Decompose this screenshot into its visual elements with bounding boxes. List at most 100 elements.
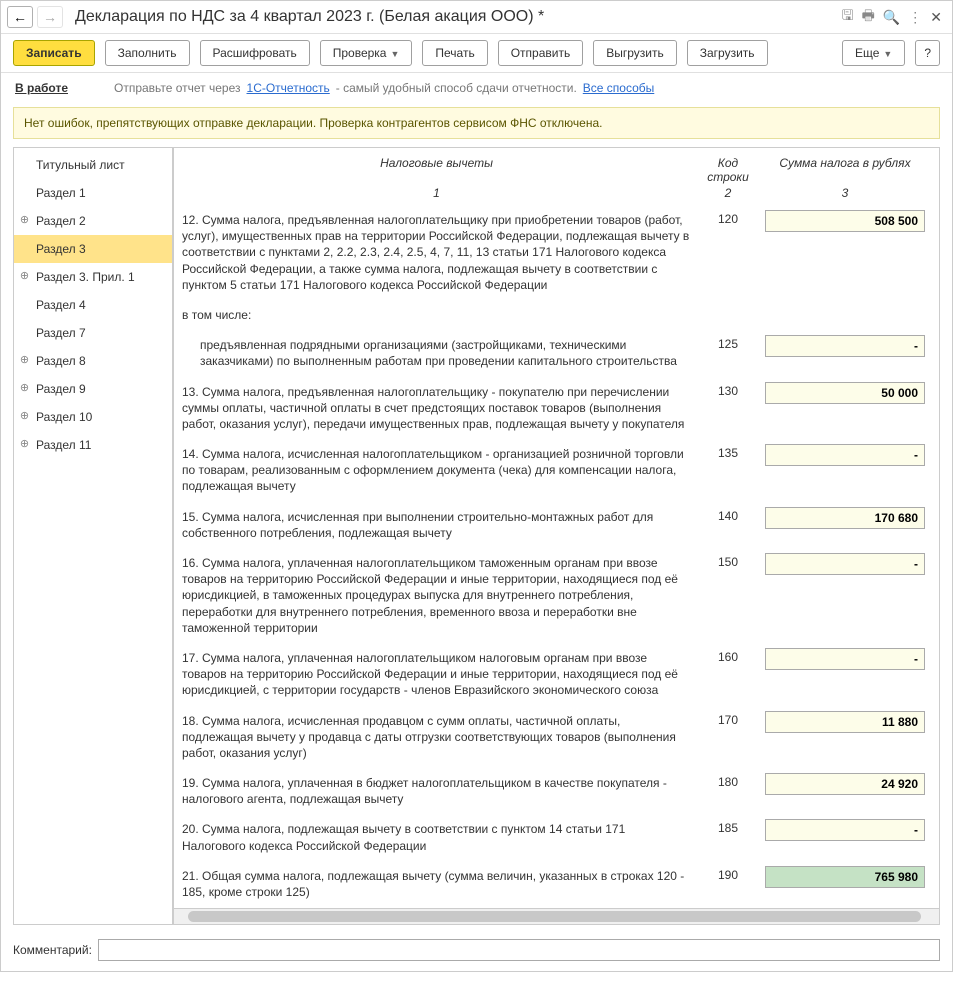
row-desc: 13. Сумма налога, предъявленная налогопл…: [182, 380, 691, 437]
row-desc: 18. Сумма налога, исчисленная продавцом …: [182, 709, 691, 766]
sidebar-item-label: Раздел 8: [36, 354, 86, 368]
print-icon[interactable]: 🖶: [862, 5, 875, 29]
expand-icon[interactable]: ⊕: [19, 213, 30, 224]
sidebar-item-label: Раздел 2: [36, 214, 86, 228]
sidebar-item-label: Раздел 1: [36, 186, 86, 200]
sidebar-item[interactable]: Раздел 4: [14, 291, 172, 319]
forward-button[interactable]: →: [37, 6, 63, 28]
sidebar-item[interactable]: ⊕ Раздел 3. Прил. 1: [14, 263, 172, 291]
row-code: 160: [703, 646, 753, 664]
info-bar: Нет ошибок, препятствующих отправке декл…: [13, 107, 940, 139]
row-desc: 17. Сумма налога, уплаченная налогоплате…: [182, 646, 691, 703]
row-code: 135: [703, 442, 753, 460]
import-button[interactable]: Загрузить: [687, 40, 768, 66]
titlebar: ← → Декларация по НДС за 4 квартал 2023 …: [1, 1, 952, 34]
comment-label: Комментарий:: [13, 943, 92, 957]
status-label[interactable]: В работе: [15, 81, 68, 95]
row-desc: 20. Сумма налога, подлежащая вычету в со…: [182, 817, 691, 857]
row-value[interactable]: -: [765, 553, 925, 575]
row-desc: 14. Сумма налога, исчисленная налогоплат…: [182, 442, 691, 499]
row-value[interactable]: 24 920: [765, 773, 925, 795]
sidebar-item[interactable]: ⊕ Раздел 11: [14, 431, 172, 459]
sidebar-item[interactable]: ⊕ Раздел 10: [14, 403, 172, 431]
row-desc: 16. Сумма налога, уплаченная налогоплате…: [182, 551, 691, 640]
hint-suffix: - самый удобный способ сдачи отчетности.: [336, 81, 577, 95]
menu-icon[interactable]: ⋮: [908, 9, 922, 26]
expand-icon[interactable]: ⊕: [19, 269, 30, 280]
row-code: 125: [703, 333, 753, 351]
link-all-ways[interactable]: Все способы: [583, 81, 655, 95]
content-area: Налоговые вычеты Код строки Сумма налога в…: [174, 148, 939, 924]
subheader: В работе Отправьте отчет через 1С-Отчетн…: [1, 73, 952, 103]
sidebar-item[interactable]: ⊕ Раздел 8: [14, 347, 172, 375]
row-code: 130: [703, 380, 753, 398]
expand-icon[interactable]: ⊕: [19, 409, 30, 420]
sidebar-item[interactable]: Раздел 3: [14, 235, 172, 263]
row-value: 765 980: [765, 866, 925, 888]
row-code: 150: [703, 551, 753, 569]
comment-input[interactable]: [98, 939, 940, 961]
sidebar-item[interactable]: Раздел 7: [14, 319, 172, 347]
row-value[interactable]: -: [765, 444, 925, 466]
sidebar-item-label: Раздел 11: [36, 438, 91, 452]
help-button[interactable]: ?: [915, 40, 940, 66]
row-code: 180: [703, 771, 753, 789]
window-title: Декларация по НДС за 4 квартал 2023 г. (…: [75, 8, 842, 26]
save-icon[interactable]: 🖫: [842, 5, 854, 29]
expand-icon[interactable]: ⊕: [19, 437, 30, 448]
back-button[interactable]: ←: [7, 6, 33, 28]
sidebar-item[interactable]: Титульный лист: [14, 148, 172, 179]
sidebar-item-label: Раздел 3. Прил. 1: [36, 270, 135, 284]
row-code: 190: [703, 864, 753, 882]
expand-icon[interactable]: ⊕: [19, 381, 30, 392]
header-sum-n: 3: [765, 186, 925, 208]
link-1c[interactable]: 1С-Отчетность: [247, 81, 330, 95]
row-desc: предъявленная подрядными организациями (…: [182, 333, 691, 373]
row-value[interactable]: -: [765, 335, 925, 357]
row-desc: 15. Сумма налога, исчисленная при выполн…: [182, 505, 691, 545]
close-icon[interactable]: ✕: [930, 9, 942, 26]
sidebar-item-label: Раздел 7: [36, 326, 86, 340]
sidebar-item-label: Раздел 9: [36, 382, 86, 396]
sidebar-item-label: Титульный лист: [36, 158, 125, 172]
row-desc: 19. Сумма налога, уплаченная в бюджет на…: [182, 771, 691, 811]
sidebar-item-label: Раздел 4: [36, 298, 86, 312]
header-sum: Сумма налога в рублях: [765, 156, 925, 172]
row-value[interactable]: 11 880: [765, 711, 925, 733]
sidebar-item[interactable]: Раздел 1: [14, 179, 172, 207]
header-desc: Налоговые вычеты: [182, 156, 691, 172]
horizontal-scrollbar[interactable]: [174, 908, 939, 924]
expand-icon[interactable]: ⊕: [19, 353, 30, 364]
send-button[interactable]: Отправить: [498, 40, 584, 66]
sidebar-item[interactable]: ⊕ Раздел 2: [14, 207, 172, 235]
save-button[interactable]: Записать: [13, 40, 95, 66]
sidebar-item-label: Раздел 10: [36, 410, 92, 424]
attach-icon[interactable]: 🔍: [883, 9, 900, 26]
row-code: 185: [703, 817, 753, 835]
sidebar-item[interactable]: ⊕ Раздел 9: [14, 375, 172, 403]
header-code: Код строки: [703, 156, 753, 186]
footer: Комментарий:: [1, 933, 952, 971]
toolbar: Записать Заполнить Расшифровать Проверка…: [1, 34, 952, 73]
check-button[interactable]: Проверка▼: [320, 40, 413, 66]
row-value[interactable]: 170 680: [765, 507, 925, 529]
header-desc-n: 1: [182, 186, 691, 208]
row-code: 140: [703, 505, 753, 523]
row-code: 170: [703, 709, 753, 727]
header-code-n: 2: [703, 186, 753, 208]
row-value[interactable]: 50 000: [765, 382, 925, 404]
row-desc: 12. Сумма налога, предъявленная налогопл…: [182, 208, 691, 297]
sidebar: Титульный лист Раздел 1 ⊕ Раздел 2 Раздел 3 ⊕…: [14, 148, 174, 924]
row-value[interactable]: -: [765, 648, 925, 670]
decode-button[interactable]: Расшифровать: [200, 40, 310, 66]
print-button[interactable]: Печать: [422, 40, 487, 66]
export-button[interactable]: Выгрузить: [593, 40, 677, 66]
fill-button[interactable]: Заполнить: [105, 40, 190, 66]
row-desc: в том числе:: [182, 303, 691, 327]
hint-prefix: Отправьте отчет через: [114, 81, 241, 95]
row-value[interactable]: -: [765, 819, 925, 841]
sidebar-item-label: Раздел 3: [36, 242, 86, 256]
row-value[interactable]: 508 500: [765, 210, 925, 232]
more-button[interactable]: Еще▼: [842, 40, 905, 66]
row-desc: 21. Общая сумма налога, подлежащая вычет…: [182, 864, 691, 904]
